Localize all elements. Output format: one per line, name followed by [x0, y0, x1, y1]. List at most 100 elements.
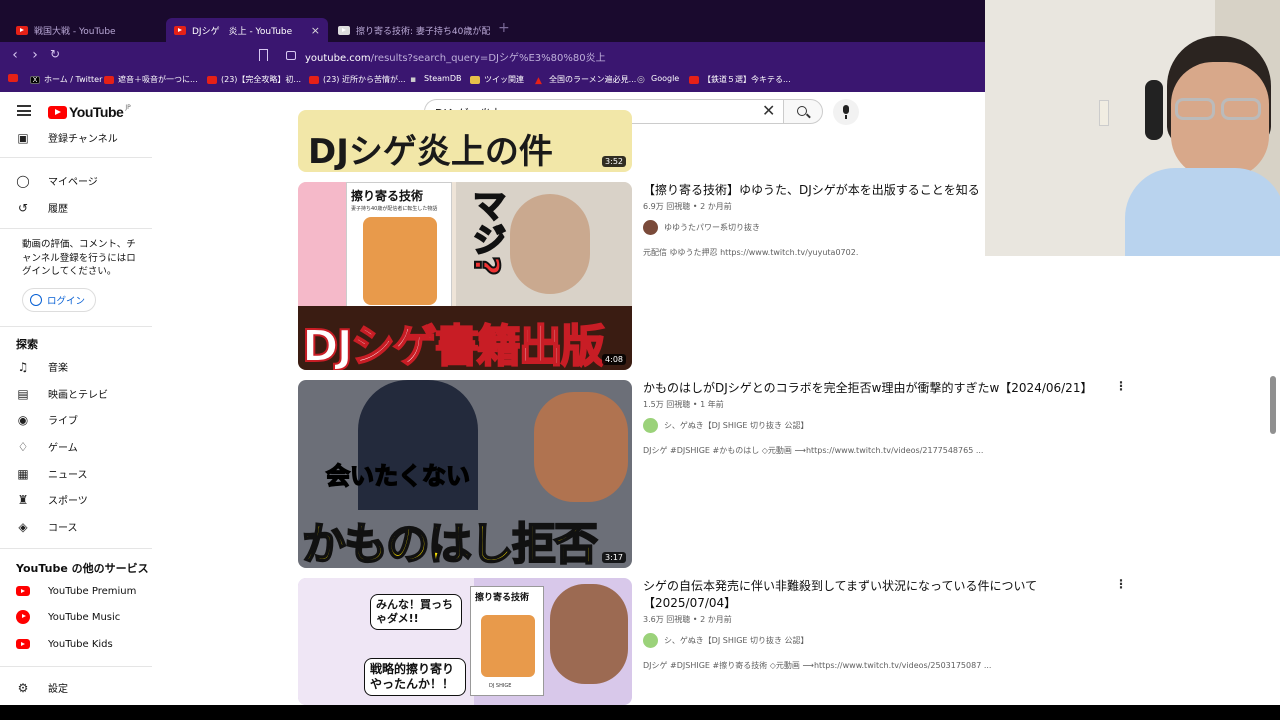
menu-icon[interactable]: [17, 105, 31, 116]
sidebar-item-label: コース: [48, 523, 78, 534]
search-icon: [797, 106, 807, 116]
video-thumbnail[interactable]: 会いたくない かものはし拒否 3:17: [298, 380, 632, 568]
view-count: 3.6万 回視聴: [643, 615, 691, 624]
bookmark-item[interactable]: ▪ SteamDB: [410, 74, 461, 85]
sidebar-item-premium[interactable]: YouTube Premium: [16, 584, 136, 598]
channel-link[interactable]: ゆゆうたパワー系切り抜き: [643, 220, 760, 235]
explore-heading: 探索: [16, 338, 38, 351]
sidebar-item-live[interactable]: ◉ ライブ: [16, 412, 78, 428]
sidebar-item-movies[interactable]: ▤ 映画とテレビ: [16, 386, 108, 402]
url-host: youtube.com: [305, 53, 371, 64]
video-title[interactable]: かものはしがDJシゲとのコラボを完全拒否w理由が衝撃的すぎたw【2024/06/…: [643, 380, 1103, 397]
sidebar-item-label: ライブ: [48, 416, 78, 427]
sidebar-item-music-app[interactable]: YouTube Music: [16, 610, 120, 624]
steamdb-icon: ▪: [410, 74, 417, 85]
book-cover: 擦り寄る技術 妻子持ち40歳が配信者に転生した物語: [346, 182, 452, 312]
sidebar-item-courses[interactable]: ◈ コース: [16, 519, 78, 535]
book-subtitle: 妻子持ち40歳が配信者に転生した物語: [351, 206, 438, 212]
avatar: [643, 633, 658, 648]
account-icon: ◯: [16, 173, 30, 188]
sidebar-item-sports[interactable]: ♜ スポーツ: [16, 492, 88, 508]
tab-djshige[interactable]: DJシゲ 炎上 - YouTube ×: [166, 18, 328, 42]
tab-label: 擦り寄る技術: 妻子持ち40歳が配信者に: [356, 26, 490, 37]
clear-search-icon[interactable]: ✕: [762, 101, 775, 120]
book-cover: 擦り寄る技術 DJ SHIGE: [470, 586, 544, 696]
bookmark-item[interactable]: ツイッ関連: [470, 74, 524, 85]
thumbnail-caption: DJシゲ書籍出版: [301, 320, 606, 370]
signin-prompt: 動画の評価、コメント、チャンネル登録を行うにはログインしてください。: [22, 239, 136, 277]
url-field[interactable]: youtube.com/results?search_query=DJシゲ%E3…: [305, 49, 606, 64]
tab-book[interactable]: 擦り寄る技術: 妻子持ち40歳が配信者に: [330, 18, 490, 42]
book-title: 擦り寄る技術: [351, 189, 424, 203]
more-actions-icon[interactable]: ⋮: [1115, 577, 1127, 591]
bookmark-label: 遮音＋吸音が一つに...: [118, 75, 198, 84]
url-path: /results?search_query=DJシゲ%E3%80%80炎上: [370, 53, 606, 64]
login-button[interactable]: ログイン: [22, 288, 96, 312]
sidebar-item-subscriptions[interactable]: ▣ 登録チャンネル: [16, 130, 117, 146]
bookmark-label: Google: [651, 74, 680, 83]
channel-link[interactable]: シ、ゲぬき【DJ SHIGE 切り抜き 公認】: [643, 418, 809, 433]
sidebar-item-music[interactable]: ♫ 音楽: [16, 359, 68, 375]
sidebar-item-mypage[interactable]: ◯ マイページ: [16, 173, 98, 189]
youtube-icon: [689, 75, 699, 84]
site-info-icon[interactable]: [286, 51, 296, 60]
subscriptions-icon: ▣: [17, 130, 29, 145]
bookmark-item[interactable]: ▲ 全国のラーメン遍必見...: [535, 74, 636, 86]
bookmark-item[interactable]: 遮音＋吸音が一つに...: [104, 74, 198, 85]
search-button[interactable]: [783, 99, 823, 124]
bookmark-item[interactable]: ◎ Google: [637, 74, 680, 85]
logo-region: JP: [125, 104, 131, 111]
sidebar-item-label: YouTube Kids: [48, 638, 113, 650]
x-icon: X: [30, 75, 40, 84]
trophy-icon: ♜: [17, 492, 29, 507]
new-tab-button[interactable]: +: [498, 20, 510, 36]
bookmark-item[interactable]: (23) 近所から苦情が...: [309, 74, 406, 85]
bookmark-item[interactable]: (23)【完全攻略】初...: [207, 74, 301, 85]
services-heading: YouTube の他のサービス: [16, 562, 149, 575]
forward-icon[interactable]: ›: [25, 47, 45, 63]
courses-icon: ◈: [18, 519, 28, 534]
live-icon: ◉: [17, 412, 29, 427]
tab-label: DJシゲ 炎上 - YouTube: [192, 26, 293, 37]
bookmark-item[interactable]: [8, 74, 18, 82]
youtube-favicon-icon: [16, 25, 28, 35]
channel-link[interactable]: シ、ゲぬき【DJ SHIGE 切り抜き 公認】: [643, 633, 809, 648]
video-thumbnail[interactable]: 擦り寄る技術 妻子持ち40歳が配信者に転生した物語 マジ? DJシゲ書籍出版 4…: [298, 182, 632, 370]
logo-wordmark: YouTube: [69, 104, 124, 120]
bookmark-item[interactable]: 【鉄道５選】今キテる...: [689, 74, 791, 85]
music-note-icon: ♫: [17, 359, 29, 374]
sidebar-item-settings[interactable]: ⚙ 設定: [16, 680, 68, 696]
video-thumbnail[interactable]: DJシゲ炎上の件 3:52: [298, 110, 632, 172]
back-icon[interactable]: ‹: [5, 47, 25, 63]
close-tab-icon[interactable]: ×: [311, 24, 320, 37]
light-switch-image: [1099, 100, 1109, 126]
video-title[interactable]: シゲの自伝本発売に伴い非難殺到してまずい状況になっている件について【2025/0…: [643, 578, 1063, 612]
youtube-logo[interactable]: YouTube JP: [48, 104, 131, 120]
shirt-image: [1125, 168, 1280, 256]
video-meta: 3.6万 回視聴 • 2 か月前: [643, 614, 732, 625]
more-actions-icon[interactable]: ⋮: [1115, 379, 1127, 393]
history-icon: ↺: [17, 200, 29, 215]
voice-search-icon[interactable]: [833, 99, 859, 125]
sidebar-item-kids[interactable]: YouTube Kids: [16, 637, 113, 651]
separator: •: [690, 400, 701, 409]
sidebar-item-gaming[interactable]: ♢ ゲーム: [16, 439, 78, 455]
divider: [0, 228, 152, 229]
sidebar-item-history[interactable]: ↺ 履歴: [16, 200, 68, 216]
youtube-music-icon: [16, 610, 30, 624]
video-duration: 3:52: [602, 156, 626, 167]
bookmark-item[interactable]: X ホーム / Twitter: [30, 74, 102, 85]
bookmark-page-icon[interactable]: [259, 49, 268, 61]
view-count: 6.9万 回視聴: [643, 202, 691, 211]
reload-icon[interactable]: ↻: [45, 47, 65, 61]
sidebar-item-label: マイページ: [48, 177, 98, 188]
amazon-favicon-icon: [338, 25, 350, 35]
upload-age: 2 か月前: [700, 615, 732, 624]
page-scrollbar[interactable]: [1270, 376, 1276, 434]
sidebar-item-label: YouTube Music: [48, 611, 121, 623]
sidebar-item-news[interactable]: ▦ ニュース: [16, 466, 87, 482]
login-label: ログイン: [47, 296, 86, 307]
video-thumbnail[interactable]: みんな！買っちゃダメ!! 擦り寄る技術 DJ SHIGE 戦略的擦り寄りやったん…: [298, 578, 632, 705]
tab-sengoku[interactable]: 戦国大戦 - YouTube: [8, 18, 166, 42]
divider: [0, 157, 152, 158]
